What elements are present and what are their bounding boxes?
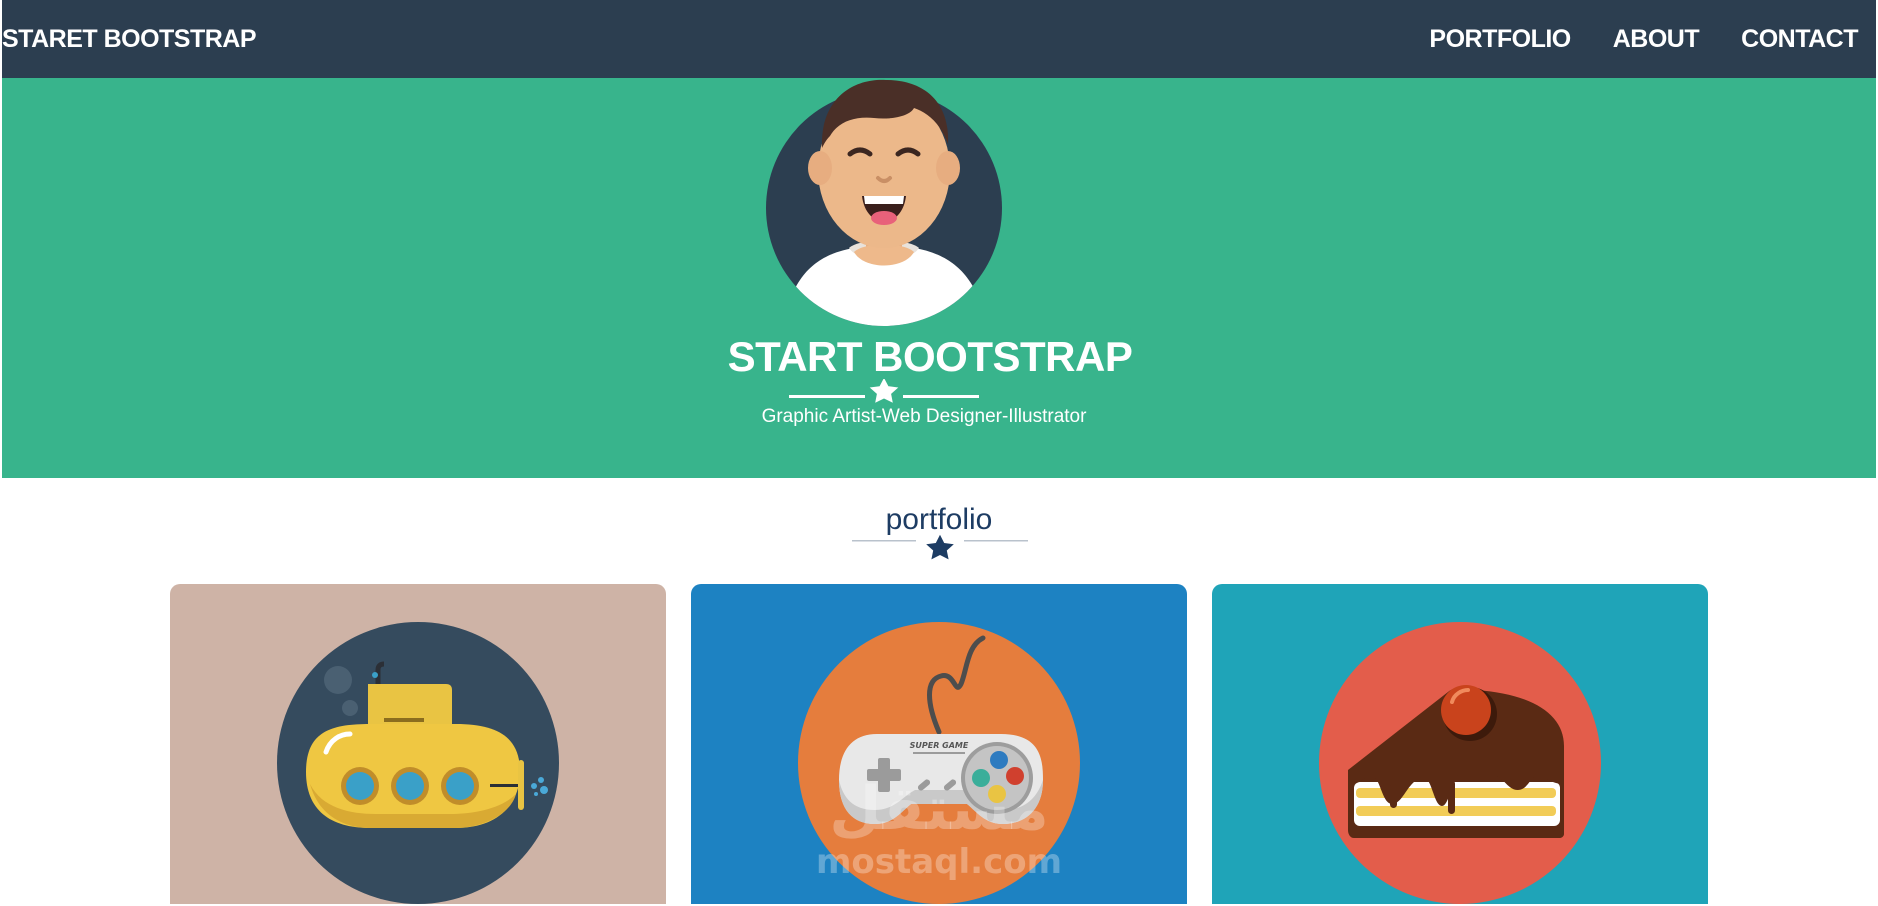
hero-title: START BOOTSTRAP: [727, 333, 1133, 380]
submarine-illustration: [170, 584, 666, 904]
star-icon: [869, 379, 899, 403]
avatar-image: [766, 79, 1002, 326]
nav-link-contact[interactable]: CONTACT: [1741, 25, 1858, 54]
hero-header: START BOOTSTRAP Graphic Artist-Web Desig…: [2, 78, 1876, 478]
nav-link-portfolio[interactable]: PORTFOLIO: [1429, 25, 1571, 54]
portfolio-item-submarine[interactable]: [170, 584, 666, 904]
nav-links: PORTFOLIO ABOUT CONTACT: [1429, 0, 1858, 78]
controller-label: SUPER GAME: [910, 741, 969, 750]
watermark-arabic: مستقل: [829, 774, 1049, 844]
portfolio-item-game-controller[interactable]: SUPER GAME مستقل mostaql.com: [691, 584, 1187, 904]
page: STARET BOOTSTRAP PORTFOLIO ABOUT CONTACT: [2, 0, 1876, 904]
star-icon: [926, 534, 954, 560]
watermark-latin: mostaql.com: [815, 842, 1063, 882]
portfolio-item-cake[interactable]: [1212, 584, 1708, 904]
portfolio-divider: [852, 534, 1028, 560]
nav-link-about[interactable]: ABOUT: [1613, 25, 1700, 54]
brand-logo[interactable]: STARET BOOTSTRAP: [2, 0, 257, 78]
hero-divider: [789, 379, 979, 403]
navbar: STARET BOOTSTRAP PORTFOLIO ABOUT CONTACT: [2, 0, 1876, 78]
hero-subtitle: Graphic Artist-Web Designer-Illustrator: [761, 406, 1087, 427]
cake-illustration: [1212, 584, 1708, 904]
